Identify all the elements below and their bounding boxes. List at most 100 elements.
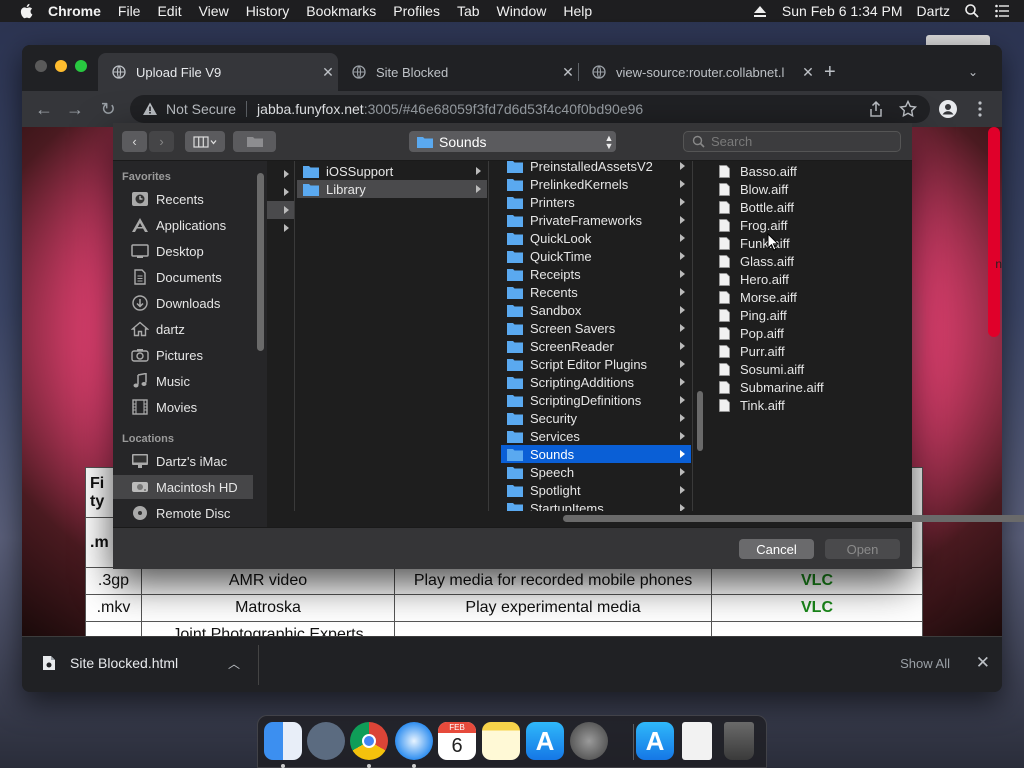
list-item[interactable]: Sandbox bbox=[501, 301, 691, 319]
search-field[interactable] bbox=[683, 131, 901, 152]
apple-icon[interactable] bbox=[18, 3, 36, 19]
list-item[interactable]: PrelinkedKernels bbox=[501, 175, 691, 193]
list-item[interactable]: Funk.aiff bbox=[711, 234, 891, 252]
sidebar-item-pictures[interactable]: Pictures bbox=[113, 343, 253, 367]
menu-window[interactable]: Window bbox=[497, 3, 547, 19]
close-tab-icon[interactable]: ✕ bbox=[798, 64, 818, 81]
profile-avatar-icon[interactable] bbox=[938, 99, 958, 119]
url-path[interactable]: :3005/#46e68059f3fd7d6d53f4c40f0bd90e96 bbox=[364, 101, 644, 117]
more-menu-icon[interactable] bbox=[970, 99, 990, 119]
back-button[interactable]: ← bbox=[34, 99, 54, 119]
list-item[interactable]: Submarine.aiff bbox=[711, 378, 891, 396]
download-item[interactable]: Site Blocked.html bbox=[42, 655, 178, 671]
url-host[interactable]: jabba.funyfox.net bbox=[257, 101, 364, 117]
list-item[interactable]: Hero.aiff bbox=[711, 270, 891, 288]
share-icon[interactable] bbox=[866, 99, 886, 119]
tab-site-blocked[interactable]: Site Blocked ✕ bbox=[338, 53, 578, 91]
menu-user[interactable]: Dartz bbox=[917, 3, 950, 19]
close-shelf-icon[interactable]: ✕ bbox=[976, 653, 990, 673]
list-item[interactable]: Screen Savers bbox=[501, 319, 691, 337]
list-item[interactable]: Recents bbox=[501, 283, 691, 301]
list-item[interactable]: Services bbox=[501, 427, 691, 445]
spotlight-search-icon[interactable] bbox=[964, 3, 980, 19]
list-item[interactable]: Basso.aiff bbox=[711, 162, 891, 180]
chevron-up-icon[interactable]: ︿ bbox=[228, 655, 242, 671]
menu-view[interactable]: View bbox=[199, 3, 229, 19]
sidebar-item-downloads[interactable]: Downloads bbox=[113, 291, 253, 315]
forward-nav-button[interactable]: › bbox=[149, 131, 174, 152]
list-item[interactable]: Spotlight bbox=[501, 481, 691, 499]
list-item[interactable]: Printers bbox=[501, 193, 691, 211]
app-store-icon[interactable]: A bbox=[636, 722, 674, 760]
sidebar-item-macintosh-hd[interactable]: Macintosh HD bbox=[113, 475, 253, 499]
show-all-button[interactable]: Show All bbox=[900, 656, 950, 671]
chrome-icon[interactable] bbox=[350, 722, 388, 760]
list-item[interactable]: ScreenReader bbox=[501, 337, 691, 355]
close-tab-icon[interactable]: ✕ bbox=[558, 64, 578, 81]
launchpad-icon[interactable] bbox=[307, 722, 345, 760]
list-item[interactable]: StartupItems bbox=[501, 499, 691, 511]
zoom-window-button[interactable] bbox=[75, 60, 87, 72]
forward-button[interactable]: → bbox=[65, 99, 85, 119]
close-tab-icon[interactable]: ✕ bbox=[318, 64, 338, 81]
list-item[interactable]: Frog.aiff bbox=[711, 216, 891, 234]
finder-icon[interactable] bbox=[264, 722, 302, 760]
sidebar-item-documents[interactable]: Documents bbox=[113, 265, 253, 289]
bookmark-star-icon[interactable] bbox=[898, 99, 918, 119]
list-item[interactable]: Receipts bbox=[501, 265, 691, 283]
sidebar-item-music[interactable]: Music bbox=[113, 369, 253, 393]
list-item[interactable]: Purr.aiff bbox=[711, 342, 891, 360]
list-item[interactable]: Glass.aiff bbox=[711, 252, 891, 270]
sidebar-item-recents[interactable]: Recents bbox=[113, 187, 253, 211]
notes-icon[interactable] bbox=[482, 722, 520, 760]
open-button[interactable]: Open bbox=[825, 539, 900, 559]
menu-file[interactable]: File bbox=[118, 3, 141, 19]
address-bar[interactable]: Not Secure jabba.funyfox.net:3005/#46e68… bbox=[130, 95, 930, 123]
back-nav-button[interactable]: ‹ bbox=[122, 131, 147, 152]
list-item[interactable]: Morse.aiff bbox=[711, 288, 891, 306]
calendar-icon[interactable]: FEB 6 bbox=[438, 722, 476, 760]
list-item[interactable]: Script Editor Plugins bbox=[501, 355, 691, 373]
search-input[interactable] bbox=[711, 134, 900, 149]
horizontal-scrollbar[interactable] bbox=[563, 515, 1024, 522]
list-item[interactable] bbox=[267, 219, 294, 237]
list-item[interactable]: Ping.aiff bbox=[711, 306, 891, 324]
tab-view-source[interactable]: view-source:router.collabnet.l ✕ bbox=[578, 53, 818, 91]
list-item[interactable] bbox=[267, 183, 294, 201]
app-store-icon[interactable]: A bbox=[526, 722, 564, 760]
list-item[interactable]: QuickLook bbox=[501, 229, 691, 247]
menu-app-chrome[interactable]: Chrome bbox=[48, 3, 101, 19]
list-item[interactable]: Bottle.aiff bbox=[711, 198, 891, 216]
list-item[interactable]: Sounds bbox=[501, 445, 691, 463]
sidebar-item-home[interactable]: dartz bbox=[113, 317, 253, 341]
list-item[interactable] bbox=[267, 201, 294, 219]
list-item[interactable]: PreinstalledAssetsV2 bbox=[501, 161, 691, 175]
sidebar-item-applications[interactable]: Applications bbox=[113, 213, 253, 237]
list-item[interactable]: QuickTime bbox=[501, 247, 691, 265]
safari-icon[interactable] bbox=[395, 722, 433, 760]
html-file-icon[interactable] bbox=[682, 722, 712, 760]
list-item[interactable]: Blow.aiff bbox=[711, 180, 891, 198]
menu-bookmarks[interactable]: Bookmarks bbox=[306, 3, 376, 19]
sidebar-scrollbar[interactable] bbox=[257, 173, 264, 351]
trash-icon[interactable] bbox=[724, 722, 754, 760]
sidebar-item-imac[interactable]: Dartz's iMac bbox=[113, 449, 253, 473]
new-folder-button[interactable] bbox=[233, 131, 276, 152]
close-window-button[interactable] bbox=[35, 60, 47, 72]
menu-tab[interactable]: Tab bbox=[457, 3, 480, 19]
list-item-library[interactable]: Library bbox=[297, 180, 487, 198]
not-secure-label[interactable]: Not Secure bbox=[166, 101, 236, 117]
list-item[interactable]: Security bbox=[501, 409, 691, 427]
list-item[interactable]: ScriptingAdditions bbox=[501, 373, 691, 391]
list-item[interactable]: PrivateFrameworks bbox=[501, 211, 691, 229]
location-popup[interactable]: Sounds ▲ ▼ bbox=[409, 131, 616, 152]
menu-history[interactable]: History bbox=[246, 3, 290, 19]
eject-icon[interactable] bbox=[752, 3, 768, 19]
notification-center-icon[interactable] bbox=[994, 3, 1010, 19]
list-item[interactable]: Speech bbox=[501, 463, 691, 481]
list-item[interactable]: Sosumi.aiff bbox=[711, 360, 891, 378]
list-item[interactable]: Pop.aiff bbox=[711, 324, 891, 342]
sidebar-item-movies[interactable]: Movies bbox=[113, 395, 253, 419]
menu-clock[interactable]: Sun Feb 6 1:34 PM bbox=[782, 3, 903, 19]
sidebar-item-remote-disc[interactable]: Remote Disc bbox=[113, 501, 253, 525]
